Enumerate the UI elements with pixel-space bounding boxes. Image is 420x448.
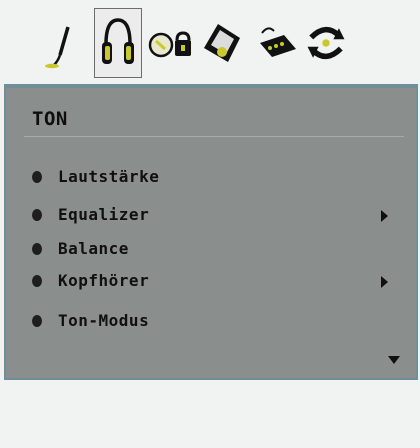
icon-toolbar <box>0 0 420 82</box>
bullet-icon <box>32 209 42 221</box>
title-divider <box>24 136 404 137</box>
menu-title: TON <box>32 108 68 130</box>
menu-item-label: Equalizer <box>58 205 150 224</box>
headphones-icon <box>102 18 134 64</box>
chevron-right-icon <box>381 210 388 222</box>
tab-sound[interactable] <box>94 8 142 78</box>
tab-timer-lock[interactable] <box>146 8 194 78</box>
settings-tilt-icon <box>204 24 240 62</box>
bullet-icon <box>32 171 42 183</box>
tab-remote[interactable] <box>252 8 300 78</box>
info-bar <box>0 380 420 448</box>
scroll-down-icon[interactable] <box>388 356 400 364</box>
menu-item-label: Kopfhörer <box>58 271 150 290</box>
clock-lock-icon <box>148 31 191 58</box>
source-arrows-icon <box>307 26 345 60</box>
menu-item-label: Ton-Modus <box>58 311 150 330</box>
menu-item-volume[interactable]: Lautstärke <box>32 166 402 190</box>
tab-picture[interactable] <box>36 8 84 78</box>
sound-menu-panel: TON Lautstärke Equalizer Balance Kopfhör… <box>4 84 418 380</box>
remote-robot-icon <box>260 27 296 57</box>
tab-settings[interactable] <box>198 8 246 78</box>
chevron-right-icon <box>381 276 388 288</box>
menu-item-balance[interactable]: Balance <box>32 238 402 262</box>
bullet-icon <box>32 275 42 287</box>
menu-item-equalizer[interactable]: Equalizer <box>32 204 402 228</box>
bullet-icon <box>32 243 42 255</box>
menu-item-sound-mode[interactable]: Ton-Modus <box>32 310 402 334</box>
menu-item-label: Balance <box>58 239 129 258</box>
tab-source[interactable] <box>302 8 350 78</box>
menu-item-label: Lautstärke <box>58 167 160 186</box>
menu-item-headphones[interactable]: Kopfhörer <box>32 270 402 294</box>
bullet-icon <box>32 315 42 327</box>
brush-icon <box>45 26 70 69</box>
